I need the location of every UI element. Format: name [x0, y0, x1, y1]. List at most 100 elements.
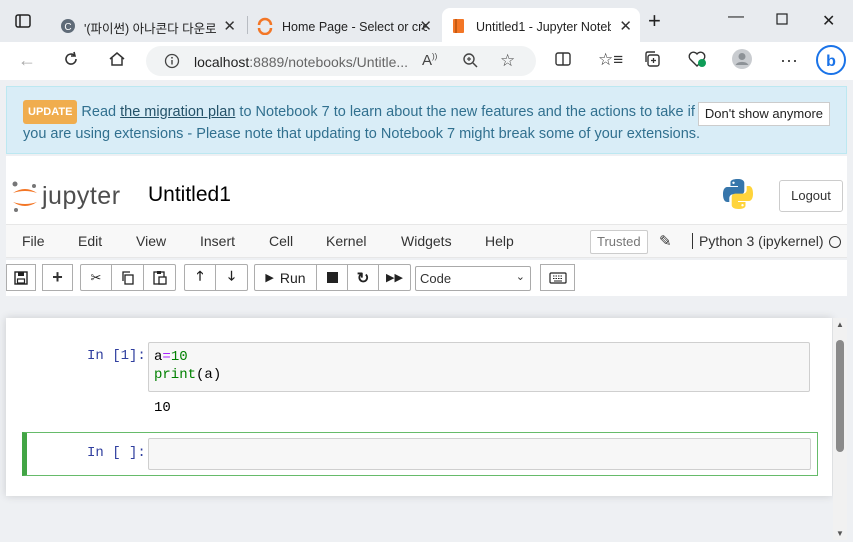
- split-screen-icon[interactable]: [554, 50, 572, 73]
- info-icon[interactable]: [164, 53, 180, 74]
- stop-icon: [326, 272, 338, 283]
- refresh-icon[interactable]: [62, 50, 80, 73]
- code-token: (a): [196, 367, 222, 383]
- scroll-up-icon[interactable]: ▲: [836, 320, 844, 329]
- kernel-name[interactable]: Python 3 (ipykernel): [692, 233, 824, 249]
- save-button[interactable]: [6, 264, 36, 291]
- command-palette-button[interactable]: [540, 264, 575, 291]
- cut-button[interactable]: ✂: [81, 265, 112, 290]
- update-banner: UPDATE Read the migration plan to Noteboo…: [6, 86, 847, 154]
- cell-type-select[interactable]: Code ⌄: [415, 266, 531, 291]
- edit-pencil-icon[interactable]: ✎: [659, 232, 672, 250]
- code-token: =: [162, 349, 171, 365]
- notebook-name[interactable]: Untitled1: [148, 183, 231, 207]
- notebook-header: jupyter Untitled1 Logout: [6, 156, 847, 224]
- favorites-icon[interactable]: ☆≡: [598, 50, 623, 70]
- close-tab-icon[interactable]: ✕: [419, 17, 432, 35]
- cell-type-value: Code: [420, 271, 452, 286]
- url-path: :8889/notebooks/Untitle...: [249, 54, 409, 70]
- tab-home-page[interactable]: Home Page - Select or cre ✕: [248, 8, 440, 46]
- home-icon[interactable]: [108, 50, 126, 73]
- menu-edit[interactable]: Edit: [78, 233, 102, 249]
- copy-button[interactable]: [112, 265, 144, 290]
- cell-output: 10: [154, 400, 171, 416]
- page-viewport: UPDATE Read the migration plan to Noteboo…: [0, 80, 853, 542]
- fast-forward-icon: ▶▶: [386, 272, 403, 284]
- favorite-star-icon[interactable]: ☆: [500, 51, 515, 71]
- more-options-icon[interactable]: ···: [780, 50, 798, 71]
- browser-tab-bar: C '(파이썬) 아나콘다 다운로 ✕ Home Page - Select o…: [0, 0, 853, 46]
- notebook-container: In [1]: a=10 print(a) 10 In [ ]:: [6, 318, 832, 496]
- menu-bar: File Edit View Insert Cell Kernel Widget…: [6, 224, 847, 258]
- tab-title: Home Page - Select or cre: [282, 20, 427, 34]
- tab-title: '(파이썬) 아나콘다 다운로: [84, 21, 217, 36]
- close-tab-icon[interactable]: ✕: [619, 17, 632, 35]
- scissors-icon: ✂: [90, 269, 102, 285]
- page-scrollbar[interactable]: ▲ ▼: [833, 318, 847, 540]
- edit-button-group: ✂: [80, 264, 176, 291]
- tab-anaconda[interactable]: C '(파이썬) 아나콘다 다운로 ✕: [50, 8, 244, 46]
- migration-plan-link[interactable]: the migration plan: [120, 104, 235, 120]
- tab-untitled1[interactable]: Untitled1 - Jupyter Noteb ✕: [442, 8, 640, 46]
- site-favicon-icon: C: [60, 18, 76, 37]
- logout-button[interactable]: Logout: [779, 180, 843, 212]
- notebook-toolbar: + ✂ 🡑 🡓 ▶ Run ↻ ▶▶ Code ⌄: [6, 260, 847, 296]
- maximize-icon[interactable]: [776, 12, 788, 30]
- code-token: print: [154, 367, 197, 383]
- address-bar[interactable]: localhost:8889/notebooks/Untitle... A)) …: [146, 46, 536, 76]
- close-window-icon[interactable]: ✕: [822, 11, 835, 31]
- read-aloud-icon[interactable]: A)): [422, 52, 437, 69]
- menu-kernel[interactable]: Kernel: [326, 233, 366, 249]
- jupyter-logo[interactable]: jupyter: [10, 180, 140, 214]
- bing-copilot-icon[interactable]: b: [816, 45, 846, 80]
- interrupt-kernel-button[interactable]: [317, 265, 348, 290]
- banner-message: UPDATE Read the migration plan to Noteboo…: [23, 100, 703, 144]
- url-host: localhost: [194, 54, 250, 70]
- notebook-favicon-icon: [452, 18, 466, 37]
- logo-text: jupyter: [42, 182, 121, 210]
- minimize-icon[interactable]: —: [728, 8, 744, 26]
- notebook-area: In [1]: a=10 print(a) 10 In [ ]: ▲ ▼: [6, 300, 847, 542]
- scroll-down-icon[interactable]: ▼: [836, 529, 844, 538]
- paste-button[interactable]: [144, 265, 175, 290]
- zoom-icon[interactable]: [462, 52, 479, 74]
- close-tab-icon[interactable]: ✕: [223, 17, 236, 35]
- arrow-down-icon: 🡓: [228, 267, 235, 283]
- new-tab-icon[interactable]: +: [648, 10, 661, 32]
- dont-show-anymore-button[interactable]: Don't show anymore: [697, 102, 830, 126]
- move-button-group: 🡑 🡓: [184, 264, 248, 291]
- play-icon: ▶: [265, 272, 274, 284]
- selected-code-cell[interactable]: In [ ]:: [22, 432, 818, 476]
- browser-essentials-icon[interactable]: [687, 50, 707, 73]
- save-icon: [14, 270, 28, 285]
- svg-text:b: b: [826, 53, 836, 70]
- insert-cell-button[interactable]: +: [42, 264, 73, 291]
- tab-actions-icon[interactable]: [14, 12, 32, 35]
- restart-run-all-button[interactable]: ▶▶: [379, 265, 410, 290]
- move-down-button[interactable]: 🡓: [216, 265, 247, 290]
- input-prompt: In [1]:: [87, 348, 146, 364]
- restart-kernel-button[interactable]: ↻: [348, 265, 379, 290]
- url-text: localhost:8889/notebooks/Untitle...: [194, 54, 408, 70]
- menu-help[interactable]: Help: [485, 233, 514, 249]
- code-token: 10: [170, 349, 188, 365]
- scrollbar-thumb[interactable]: [836, 340, 844, 452]
- code-cell-input[interactable]: [148, 438, 811, 470]
- back-icon[interactable]: ←: [18, 50, 36, 71]
- menu-widgets[interactable]: Widgets: [401, 233, 452, 249]
- trusted-indicator[interactable]: Trusted: [590, 230, 648, 254]
- update-badge: UPDATE: [23, 100, 78, 124]
- kernel-idle-indicator-icon: [829, 236, 841, 248]
- keyboard-icon: [548, 271, 567, 284]
- menu-view[interactable]: View: [136, 233, 166, 249]
- menu-file[interactable]: File: [22, 233, 45, 249]
- menu-insert[interactable]: Insert: [200, 233, 235, 249]
- copy-icon: [121, 270, 134, 285]
- code-cell-input[interactable]: a=10 print(a): [148, 342, 810, 392]
- run-button[interactable]: ▶ Run: [255, 265, 317, 290]
- menu-cell[interactable]: Cell: [269, 233, 293, 249]
- profile-avatar-icon[interactable]: [731, 48, 753, 75]
- run-label: Run: [279, 269, 306, 286]
- move-up-button[interactable]: 🡑: [185, 265, 216, 290]
- collections-icon[interactable]: [643, 50, 661, 73]
